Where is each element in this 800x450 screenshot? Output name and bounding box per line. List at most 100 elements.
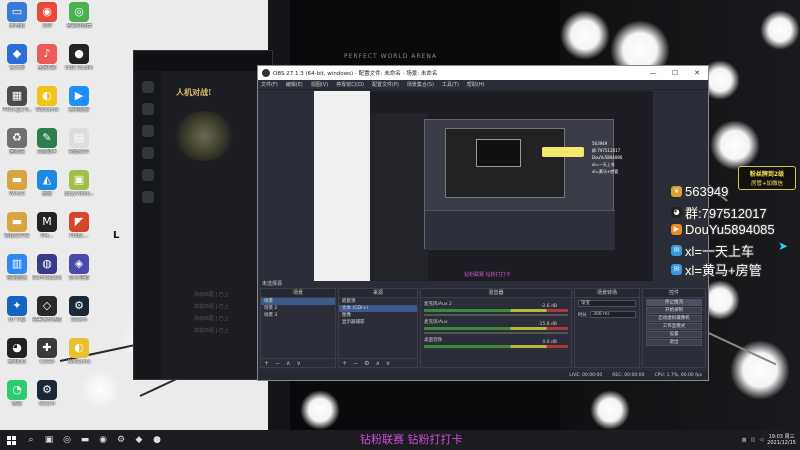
maximize-icon[interactable]: ☐	[664, 69, 686, 77]
menu-profile[interactable]: 配置文件(P)	[372, 81, 399, 88]
shop-icon[interactable]	[142, 169, 154, 181]
overlay-info-text: xl=一天上车	[685, 244, 754, 259]
desktop-icon[interactable]: ◈ 安心导航	[64, 254, 94, 281]
desktop-icon[interactable]: ✦ BT下载	[2, 296, 32, 323]
move-down-icon[interactable]: ∨	[296, 360, 300, 367]
desktop-icon[interactable]: ▣ EasyVideo...	[64, 170, 94, 197]
scene-item[interactable]: 场景 2	[261, 305, 335, 312]
start-button[interactable]	[0, 430, 22, 450]
scene-item[interactable]: 场景	[261, 298, 335, 305]
desktop-icon[interactable]: ♻ 回收站	[2, 128, 32, 155]
scene-item[interactable]: 场景 3	[261, 312, 335, 319]
nested-capture-level-2	[445, 128, 565, 198]
source-item[interactable]: 显示器捕获	[339, 319, 417, 326]
friends-icon[interactable]	[142, 125, 154, 137]
search-icon[interactable]: ⌕	[22, 430, 40, 450]
desktop-icon[interactable]: ◍ GameSpeed	[32, 254, 62, 281]
sources-dock-toolbar: + − ⚙ ∧ ∨	[339, 358, 417, 367]
browser-taskbar-icon[interactable]: ◉	[94, 430, 112, 450]
move-up-icon[interactable]: ∧	[286, 360, 290, 367]
desktop-icon[interactable]: ● OBS Studio	[64, 44, 94, 71]
desktop-icon[interactable]: ◐ WeGame	[32, 86, 62, 113]
menu-edit[interactable]: 编辑(E)	[286, 81, 303, 88]
desktop-icon-label: 文档助手	[36, 149, 57, 155]
exit-button[interactable]: 退出	[646, 339, 702, 346]
minimize-icon[interactable]: —	[642, 69, 664, 77]
chat-icon: ✉	[671, 245, 682, 256]
steam-taskbar-icon[interactable]: ⚙	[112, 430, 130, 450]
source-item[interactable]: 图像	[339, 312, 417, 319]
nested-overlay-line: xl=一天上车	[592, 162, 615, 167]
settings-button[interactable]: 设置	[646, 331, 702, 338]
start-virtual-camera-button[interactable]: 启动虚拟摄像机	[646, 315, 702, 322]
desktop-icon[interactable]: ⚙ Steam	[32, 380, 62, 407]
desktop-icon[interactable]: ◕ 腾讯QQ	[2, 338, 32, 365]
desktop-icon[interactable]: ▥ 控制面板	[2, 254, 32, 281]
desktop-icon[interactable]: ◐ WeGame	[64, 338, 94, 365]
obs-preview[interactable]: 563949 群:797512017 DouYu5894086 xl=一天上车 …	[314, 91, 653, 281]
desktop-icon[interactable]: ◉ 360	[32, 2, 62, 29]
desktop-icon[interactable]: ◆ 鲁大师	[2, 44, 32, 71]
close-icon[interactable]: ✕	[686, 69, 708, 77]
menu-scene-collection[interactable]: 场景集合(S)	[407, 81, 434, 88]
transition-type-select[interactable]: 渐变	[578, 300, 636, 307]
desktop-icon[interactable]: ◎ 谷歌浏览器	[64, 2, 94, 29]
desktop-icon[interactable]: ⚙ Steam	[64, 296, 94, 323]
source-item[interactable]: 文本 (GDI+)	[339, 305, 417, 312]
desktop-icon[interactable]: ◤ PIXEL...	[64, 212, 94, 239]
obs-window[interactable]: OBS 27.1.3 (64-bit, windows) - 配置文件: 未命名…	[257, 65, 709, 381]
desktop-icon[interactable]: ▬ 新建文件夹	[2, 212, 32, 239]
game-taskbar-icon[interactable]: ◆	[130, 430, 148, 450]
stop-streaming-button[interactable]: 停止推流	[646, 299, 702, 306]
volume-icon[interactable]: ◁	[759, 437, 763, 443]
desktop-icon[interactable]: ✎ 文档助手	[32, 128, 62, 155]
remove-icon[interactable]: −	[353, 360, 358, 367]
network-icon[interactable]: ◫	[751, 437, 756, 443]
desktop-icon-label: Steam	[38, 401, 56, 407]
task-view-icon[interactable]: ▣	[40, 430, 58, 450]
home-icon[interactable]	[142, 81, 154, 93]
settings-icon[interactable]	[142, 191, 154, 203]
start-recording-button[interactable]: 开始录制	[646, 307, 702, 314]
menu-docks[interactable]: 停靠窗口(D)	[336, 81, 364, 88]
chrome-taskbar-icon[interactable]: ◎	[58, 430, 76, 450]
duration-input[interactable]: 300 ms	[590, 311, 636, 318]
volume-slider[interactable]	[424, 314, 568, 316]
studio-mode-button[interactable]: 工作室模式	[646, 323, 702, 330]
desktop-icon[interactable]: ◔ 微信	[2, 380, 32, 407]
desktop-icon[interactable]: M MA...	[32, 212, 62, 239]
menu-help[interactable]: 帮助(H)	[467, 81, 485, 88]
remove-icon[interactable]: −	[275, 360, 280, 367]
menu-tools[interactable]: 工具(T)	[442, 81, 459, 88]
desktop-icon[interactable]: ◇ 完美世界竞技	[32, 296, 62, 323]
explorer-icon[interactable]: ▬	[76, 430, 94, 450]
desktop-icon[interactable]: ▤ 新建文本	[64, 128, 94, 155]
douyu-icon: ▶	[671, 224, 682, 235]
obs-taskbar-icon[interactable]: ●	[148, 430, 166, 450]
add-icon[interactable]: +	[264, 360, 269, 367]
desktop-icon[interactable]: ✚ CSGO	[32, 338, 62, 365]
move-down-icon[interactable]: ∨	[386, 360, 390, 367]
inventory-icon[interactable]	[142, 147, 154, 159]
gear-icon[interactable]: ⚙	[364, 360, 369, 367]
volume-slider[interactable]	[424, 332, 568, 334]
source-item[interactable]: 嵌套源	[339, 298, 417, 305]
desktop-icon-label: GameSpeed	[32, 275, 62, 281]
desktop-icon[interactable]: ♪ 全民K歌	[32, 44, 62, 71]
move-up-icon[interactable]: ∧	[375, 360, 379, 367]
blossom-decoration	[760, 10, 800, 50]
input-method-indicator[interactable]: 英	[742, 437, 747, 444]
menu-file[interactable]: 文件(F)	[261, 81, 278, 88]
desktop-icon-label: WeGame	[35, 107, 59, 113]
desktop-icon[interactable]: ▶ 腾讯视频	[64, 86, 94, 113]
desktop-icon[interactable]: ◭ 迅雷	[32, 170, 62, 197]
desktop-icon[interactable]: ▦ PROC@1%...	[2, 86, 32, 113]
desktop-icon[interactable]: ▬ Win10	[2, 170, 32, 197]
desktop-icon[interactable]: ▭ 此电脑	[2, 2, 32, 29]
play-icon[interactable]	[142, 103, 154, 115]
game-client-window[interactable]: 人机对战! 高级匹配 | 已上 高级匹配 | 已上 高级匹配 | 已上 高级匹配…	[133, 50, 273, 380]
menu-view[interactable]: 视图(V)	[311, 81, 328, 88]
add-icon[interactable]: +	[342, 360, 347, 367]
desktop-icon-label: BT下载	[8, 317, 26, 323]
clock[interactable]: 19:03 周三 2021/12/15	[767, 434, 796, 446]
